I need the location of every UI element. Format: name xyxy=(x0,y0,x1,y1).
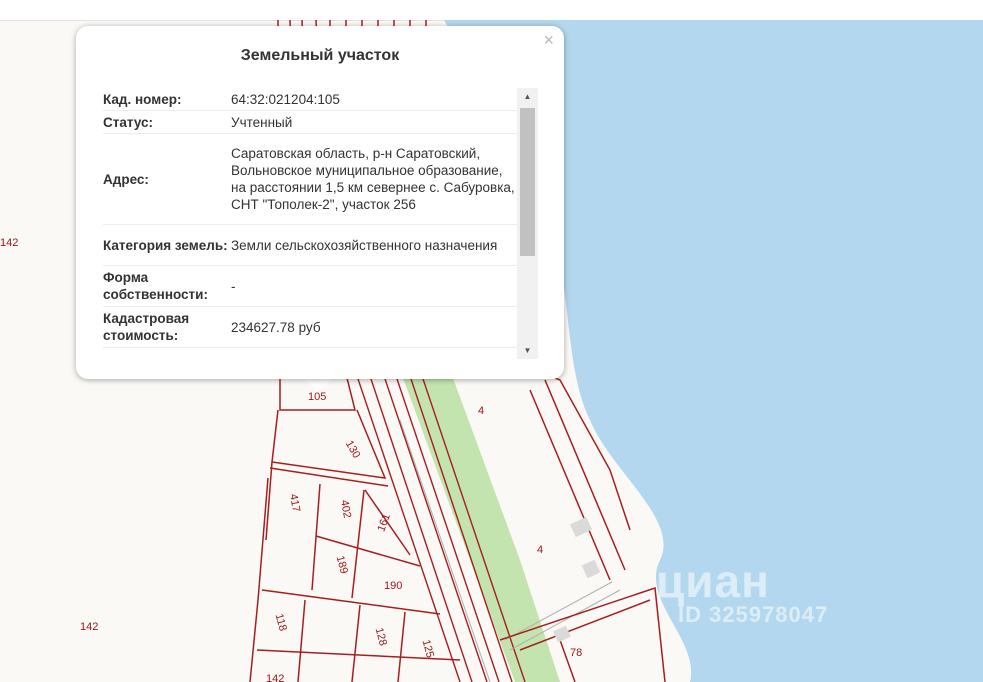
attribute-key: Форма собственности: xyxy=(103,270,208,302)
plot-label: 4 xyxy=(537,544,543,556)
attribute-key: Кадастровая стоимость: xyxy=(103,311,190,343)
attribute-row: Категория земель: Земли сельскохозяйстве… xyxy=(103,225,517,266)
attribute-key: Адрес: xyxy=(103,171,149,187)
attribute-row: Форма собственности: - xyxy=(103,266,517,307)
attribute-row: Кадастровая стоимость: 234627.78 руб xyxy=(103,307,517,348)
attribute-key: Кад. номер: xyxy=(103,91,182,107)
attribute-value: 234627.78 руб xyxy=(231,319,321,335)
plot-label: 4 xyxy=(478,405,484,417)
attribute-row: Статус: Учтенный xyxy=(103,111,517,134)
attribute-key: Категория земель: xyxy=(103,237,228,253)
scroll-up-icon[interactable]: ▲ xyxy=(517,88,538,105)
attribute-value: Земли сельскохозяйственного назначения xyxy=(231,237,498,253)
watermark-brand: циан xyxy=(656,555,770,607)
attribute-key: Статус: xyxy=(103,114,153,130)
cian-watermark: циан ID 325978047 xyxy=(656,556,828,628)
plot-info-popup: × Земельный участок Кад. номер: 64:32:02… xyxy=(76,26,564,379)
plot-label: 402 xyxy=(338,499,353,519)
plot-label: 118 xyxy=(273,612,289,632)
plot-label: 142 xyxy=(80,621,98,633)
plot-label: 142 xyxy=(0,237,18,249)
attribute-row: Кад. номер: 64:32:021204:105 xyxy=(103,88,517,111)
attribute-key: Уточненная xyxy=(103,348,231,362)
scroll-thumb[interactable] xyxy=(520,108,535,256)
attribute-row: Уточненная 975 кв.м xyxy=(103,348,517,362)
popup-title: Земельный участок xyxy=(240,47,400,64)
plot-label: 105 xyxy=(308,391,326,403)
watermark-id: ID 325978047 xyxy=(678,602,829,627)
plot-label: 190 xyxy=(384,580,402,592)
popup-attribute-table: Кад. номер: 64:32:021204:105 Статус: Учт… xyxy=(103,88,517,361)
attribute-value: Саратовская область, р-н Саратовский, Во… xyxy=(231,146,515,212)
popup-scrollbar[interactable]: ▲ ▼ xyxy=(517,88,538,359)
attribute-value: - xyxy=(231,278,236,294)
plot-label: 125 xyxy=(420,638,436,659)
attribute-value: 64:32:021204:105 xyxy=(231,91,340,107)
scroll-down-icon[interactable]: ▼ xyxy=(517,342,538,359)
attribute-value: 975 кв.м xyxy=(231,348,517,362)
attribute-value: Учтенный xyxy=(231,114,293,130)
plot-label: 78 xyxy=(570,647,582,659)
plot-label: 142 xyxy=(266,673,284,682)
plot-label: 161 xyxy=(375,512,393,533)
plot-label: 189 xyxy=(334,554,350,575)
attribute-row: Адрес: Саратовская область, р-н Саратовс… xyxy=(103,134,517,225)
plot-label: 130 xyxy=(343,439,363,461)
plot-label: 128 xyxy=(373,626,389,647)
plot-label: 417 xyxy=(287,493,302,513)
